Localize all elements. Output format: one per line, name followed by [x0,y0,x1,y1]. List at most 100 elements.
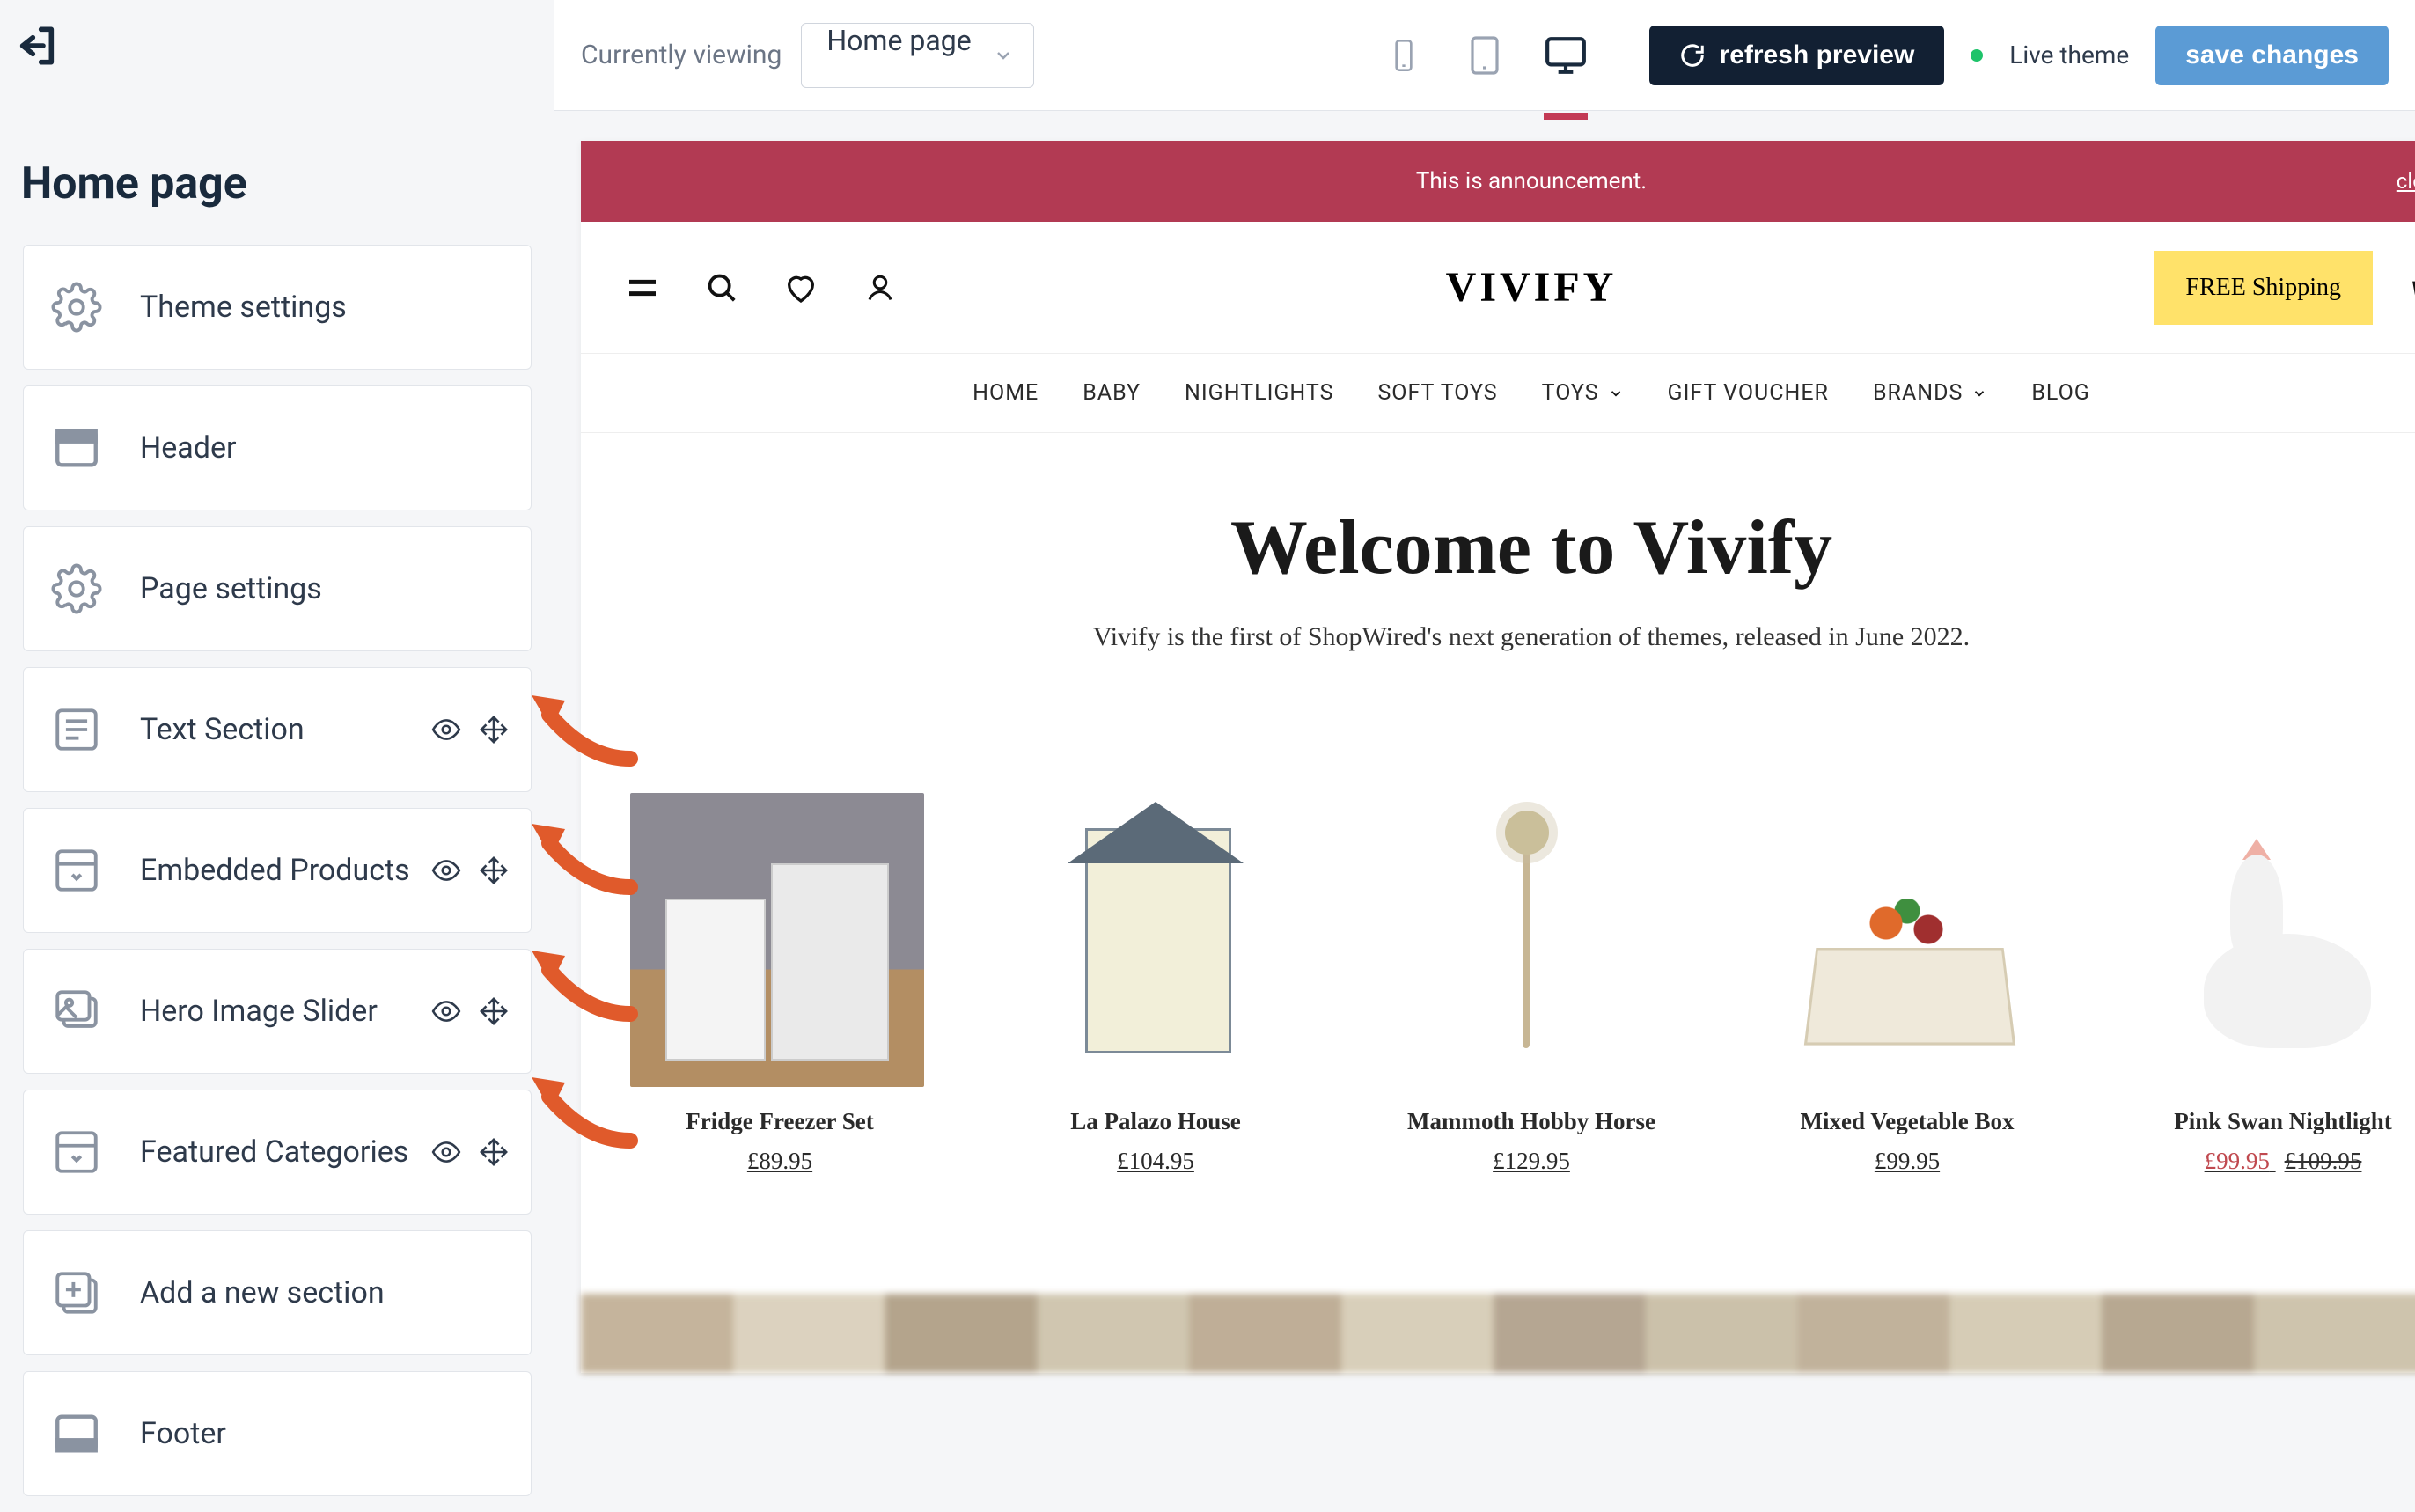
basket-button[interactable] [2408,268,2415,307]
account-button[interactable] [862,270,898,305]
nav-nightlights[interactable]: NIGHTLIGHTS [1185,380,1333,406]
section-label: Text Section [140,712,305,747]
section-card-featured-categories[interactable]: Featured Categories [23,1090,532,1215]
plus-square-icon [48,1265,105,1321]
device-mobile-button[interactable] [1382,33,1426,77]
annotation-arrow-icon [525,679,639,767]
phone-icon [1386,33,1421,78]
section-label: Hero Image Slider [140,994,378,1029]
nav-soft-toys[interactable]: SOFT TOYS [1377,380,1497,406]
section-card-embedded-products[interactable]: Embedded Products [23,808,532,933]
eye-icon [431,996,461,1026]
move-icon [479,996,509,1026]
section-card-page-settings[interactable]: Page settings [23,526,532,651]
product-card[interactable]: Pink Swan Nightlight £99.95 £109.95 [2133,793,2415,1175]
product-card[interactable]: Fridge Freezer Set £89.95 [630,793,929,1175]
announcement-bar: This is announcement. close [581,141,2415,222]
hero-section: Welcome to Vivify Vivify is the first of… [581,433,2415,687]
nav-toys[interactable]: TOYS [1542,380,1624,406]
drag-handle[interactable] [478,995,510,1027]
visibility-toggle[interactable] [430,995,462,1027]
section-card-header[interactable]: Header [23,385,532,510]
visibility-toggle[interactable] [430,714,462,745]
nav-home[interactable]: HOME [973,380,1039,406]
product-price: £99.95 £109.95 [2133,1148,2415,1175]
save-label: save changes [2185,40,2359,70]
hamburger-icon [625,270,660,305]
desktop-icon [1544,33,1588,78]
gear-icon [48,279,105,335]
drag-handle[interactable] [478,855,510,886]
annotation-arrow-icon [525,1061,639,1149]
user-icon [864,272,896,304]
product-card[interactable]: La Palazo House £104.95 [1006,793,1305,1175]
chevron-down-icon [1971,385,1987,401]
hero-subtitle: Vivify is the first of ShopWired's next … [616,622,2415,652]
currently-viewing-label: Currently viewing [581,40,782,70]
section-card-footer[interactable]: Footer [23,1371,532,1496]
move-icon [479,715,509,745]
section-label: Embedded Products [140,853,410,888]
chevron-down-icon [1608,385,1624,401]
move-icon [479,855,509,885]
product-name: Mammoth Hobby Horse [1382,1108,1681,1135]
product-name: La Palazo House [1006,1108,1305,1135]
section-label: Header [140,430,237,466]
editor-sidebar: Home page Theme settings Header Page set… [0,0,554,1387]
images-stack-icon [48,983,105,1039]
device-preview-switcher [1382,33,1588,77]
product-image [630,793,924,1087]
product-name: Fridge Freezer Set [630,1108,929,1135]
storefront-header: VIVIFY FREE Shipping [581,222,2415,354]
editor-toolbar: Currently viewing Home page refresh prev… [554,0,2415,111]
section-list: Theme settings Header Page settings Text… [23,245,532,1512]
section-card-add-new-section[interactable]: Add a new section [23,1230,532,1355]
eye-icon [431,855,461,885]
editor-page-title: Home page [21,158,247,209]
announcement-text: This is announcement. [1416,168,1647,195]
device-desktop-button[interactable] [1544,33,1588,77]
visibility-toggle[interactable] [430,855,462,886]
eye-icon [431,715,461,745]
wishlist-button[interactable] [783,270,818,305]
product-price: £89.95 [630,1148,929,1175]
layout-footer-icon [48,1406,105,1462]
free-shipping-badge: FREE Shipping [2154,251,2373,325]
drag-handle[interactable] [478,1136,510,1168]
storefront-nav: HOME BABY NIGHTLIGHTS SOFT TOYS TOYS GIF… [581,354,2415,433]
nav-baby[interactable]: BABY [1083,380,1141,406]
preview-lower-image-strip [581,1294,2415,1373]
section-card-theme-settings[interactable]: Theme settings [23,245,532,370]
drag-handle[interactable] [478,714,510,745]
refresh-label: refresh preview [1720,40,1915,70]
text-block-icon [48,701,105,758]
section-card-hero-image-slider[interactable]: Hero Image Slider [23,949,532,1074]
menu-button[interactable] [625,270,660,305]
hero-title: Welcome to Vivify [616,503,2415,592]
exit-editor-button[interactable] [12,21,62,70]
page-select[interactable]: Home page [801,23,1033,88]
nav-blog[interactable]: BLOG [2031,380,2089,406]
product-image [2133,793,2415,1087]
device-tablet-button[interactable] [1463,33,1507,77]
chevron-down-icon [993,45,1014,66]
product-card[interactable]: Mixed Vegetable Box £99.95 [1758,793,2057,1175]
section-label: Footer [140,1416,226,1451]
grid-collapse-icon [48,842,105,899]
brand-logo[interactable]: VIVIFY [1446,263,1618,312]
section-card-text-section[interactable]: Text Section [23,667,532,792]
product-sale-price: £99.95 [2205,1148,2270,1174]
tablet-icon [1464,33,1506,78]
search-button[interactable] [704,270,739,305]
nav-brands[interactable]: BRANDS [1873,380,1987,406]
product-price: £99.95 [1758,1148,2057,1175]
visibility-toggle[interactable] [430,1136,462,1168]
save-changes-button[interactable]: save changes [2155,26,2389,85]
section-label: Page settings [140,571,322,606]
announcement-close-link[interactable]: close [2397,169,2415,194]
nav-gift-voucher[interactable]: GIFT VOUCHER [1668,380,1829,406]
annotation-arrow-icon [525,935,639,1023]
layout-header-icon [48,420,105,476]
refresh-preview-button[interactable]: refresh preview [1649,26,1945,85]
product-card[interactable]: Mammoth Hobby Horse £129.95 [1382,793,1681,1175]
